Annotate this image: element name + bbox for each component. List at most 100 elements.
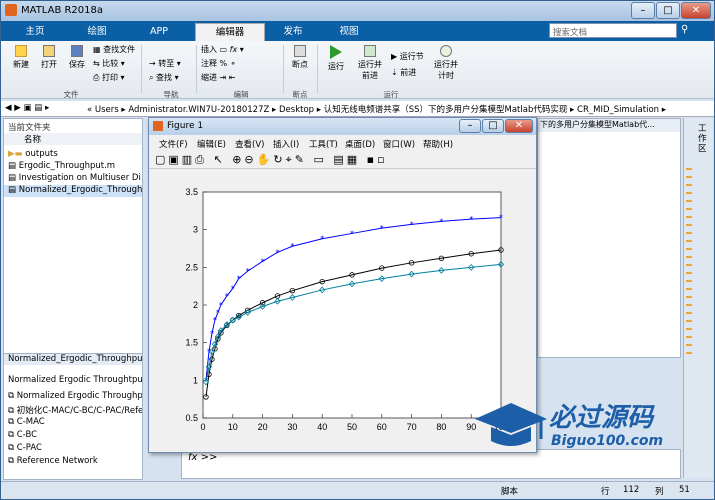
run-advance-button[interactable]: 运行并 前进 — [353, 45, 387, 81]
run-advance-icon — [364, 45, 376, 57]
title-bar: MATLAB R2018a – □ ✕ — [1, 1, 714, 21]
details-item[interactable]: ⧉ C-MAC — [8, 417, 45, 429]
run-time-button[interactable]: 运行并 计时 — [431, 45, 461, 81]
new-button[interactable]: 新建 — [7, 45, 35, 70]
tab-view[interactable]: 视图 — [323, 23, 375, 41]
list-item-label: Normalized_Ergodic_Throughpu — [18, 185, 143, 195]
close-button[interactable]: ✕ — [681, 2, 711, 19]
figure-close-button[interactable]: ✕ — [505, 119, 533, 133]
details-item[interactable]: ⧉ Reference Network — [8, 456, 98, 468]
status-col-label: 列 — [655, 487, 664, 497]
x-tick-label: 40 — [317, 422, 327, 432]
minimize-button[interactable]: – — [631, 2, 655, 19]
menu-view[interactable]: 查看(V) — [235, 138, 264, 150]
advance-button[interactable]: ⇣ 前进 — [391, 67, 416, 78]
figure-maximize-button[interactable]: □ — [482, 119, 504, 133]
find-button[interactable]: ⌕ 查找 ▾ — [149, 72, 179, 83]
group-divider — [141, 45, 142, 93]
x-tick-label: 30 — [287, 422, 297, 432]
matlab-logo-icon — [5, 4, 17, 16]
list-item-label: Ergodic_Throughput.m — [18, 161, 116, 171]
compare-button[interactable]: ⇆ 比较 ▾ — [93, 58, 125, 69]
compare-label: 比较 — [102, 59, 119, 68]
open-button[interactable]: 打开 — [35, 45, 63, 70]
tab-home[interactable]: 主页 — [9, 23, 61, 41]
find-file-button[interactable]: ▦ 查找文件 — [93, 44, 135, 55]
series-point-0: * — [380, 224, 384, 233]
search-input[interactable]: 搜索文档 — [549, 23, 677, 38]
series-point-0: * — [207, 348, 211, 357]
series-point-0: * — [499, 214, 503, 223]
run-icon — [330, 45, 342, 59]
clock-icon — [440, 45, 452, 57]
x-tick-label: 10 — [228, 422, 238, 432]
tab-editor[interactable]: 编辑器 — [195, 23, 265, 41]
menu-desktop[interactable]: 桌面(D) — [345, 138, 375, 150]
run-section-button[interactable]: ▶ 运行节 — [391, 51, 424, 62]
series-point-0: * — [410, 220, 414, 229]
print-label: 打印 — [101, 73, 118, 82]
menu-help[interactable]: 帮助(H) — [423, 138, 453, 150]
editor-tab[interactable]: 下的多用户分集模型Matlab代... — [538, 119, 680, 132]
breadcrumb[interactable]: « Users ▸ Administrator.WIN7U-20180127Z … — [87, 103, 666, 115]
y-tick-label: 3 — [193, 225, 198, 235]
back-icon[interactable]: ◀ ▶ ▣ ▤ ▸ — [5, 103, 49, 113]
insert-button[interactable]: 插入 ▭ fx ▾ — [201, 44, 244, 55]
crumb-simulation[interactable]: CR_MID_Simulation — [577, 105, 659, 115]
matlab-logo-icon — [153, 121, 163, 131]
run-button[interactable]: 运行 — [321, 45, 351, 72]
figure-title-bar: Figure 1 – □ ✕ — [149, 118, 536, 135]
details-item[interactable]: ⧉ 初始化C-MAC/C-BC/C-PAC/Refe — [8, 404, 142, 416]
x-tick-label: 0 — [200, 422, 205, 432]
series-point-0: * — [246, 267, 250, 276]
indent-label: 缩进 — [201, 73, 217, 82]
series-point-0: * — [439, 217, 443, 226]
toolbar-icons[interactable]: ▢▣▥⎙ ↖ ⊕⊖✋↻⌖✎ ▭ ▤▦ ▪▫ — [155, 153, 388, 167]
print-button[interactable]: ⎙ 打印 ▾ — [93, 72, 125, 83]
find-file-label: 查找文件 — [103, 45, 136, 54]
save-button[interactable]: 保存 — [63, 45, 91, 70]
maximize-button[interactable]: □ — [656, 2, 680, 19]
menu-insert[interactable]: 插入(I) — [273, 138, 299, 150]
list-item[interactable]: ▤ Ergodic_Throughput.m — [8, 161, 115, 173]
column-header-name[interactable]: 名称 — [4, 133, 142, 145]
details-item[interactable]: ⧉ C-BC — [8, 430, 37, 442]
breakpoint-button[interactable]: 断点 — [287, 45, 313, 70]
list-item-label: Investigation on Multiuser Di — [18, 173, 141, 183]
list-item-selected[interactable]: ▤ Normalized_Ergodic_Throughpu — [4, 185, 143, 197]
details-item[interactable]: ⧉ Normalized Ergodic Throughpu — [8, 391, 142, 403]
tab-apps[interactable]: APP — [133, 23, 185, 41]
menu-tools[interactable]: 工具(T) — [309, 138, 338, 150]
window-title: MATLAB R2018a — [21, 5, 104, 16]
menu-file[interactable]: 文件(F) — [159, 138, 188, 150]
list-item[interactable]: ▤ Investigation on Multiuser Di — [8, 173, 141, 185]
tab-plots[interactable]: 绘图 — [71, 23, 123, 41]
details-file-title: Normalized_Ergodic_Throughput.m — [4, 353, 142, 365]
details-item-label: Reference Network — [16, 456, 98, 466]
crumb-admin[interactable]: Administrator.WIN7U-20180127Z — [128, 105, 269, 115]
ribbon-tabs: 主页 绘图 APP 编辑器 发布 视图 搜索文档 ⚲ — [1, 21, 714, 41]
details-item-label: C-MAC — [16, 417, 45, 427]
y-tick-label: 1.5 — [185, 338, 198, 348]
crumb-desktop[interactable]: Desktop — [279, 105, 314, 115]
goto-button[interactable]: → 转至 ▾ — [149, 58, 181, 69]
crumb-users[interactable]: Users — [95, 105, 119, 115]
open-label: 打开 — [41, 60, 57, 69]
indent-button[interactable]: 缩进 ⇥ ⇤ — [201, 72, 236, 83]
address-bar[interactable]: ◀ ▶ ▣ ▤ ▸ « Users ▸ Administrator.WIN7U-… — [1, 101, 714, 117]
list-item-folder[interactable]: ▶▬ outputs — [8, 149, 58, 161]
details-item[interactable]: ⧉ C-PAC — [8, 443, 42, 455]
search-icon[interactable]: ⚲ — [681, 24, 688, 35]
find-label: 查找 — [156, 73, 173, 82]
editor-panel[interactable]: 下的多用户分集模型Matlab代... — [537, 118, 681, 358]
graduation-cap-logo — [475, 403, 547, 446]
command-prompt: fx >> — [188, 452, 218, 463]
crumb-project[interactable]: 认知无线电频谱共享（SS）下的多用户分集模型Matlab代码实现 — [324, 105, 568, 115]
menu-edit[interactable]: 编辑(E) — [197, 138, 226, 150]
menu-window[interactable]: 窗口(W) — [383, 138, 415, 150]
figure-minimize-button[interactable]: – — [459, 119, 481, 133]
file-icon: ▤ — [8, 173, 17, 183]
tab-publish[interactable]: 发布 — [267, 23, 319, 41]
nav-group-label: 导航 — [163, 90, 179, 99]
comment-button[interactable]: 注释 % ⚬ — [201, 58, 236, 69]
